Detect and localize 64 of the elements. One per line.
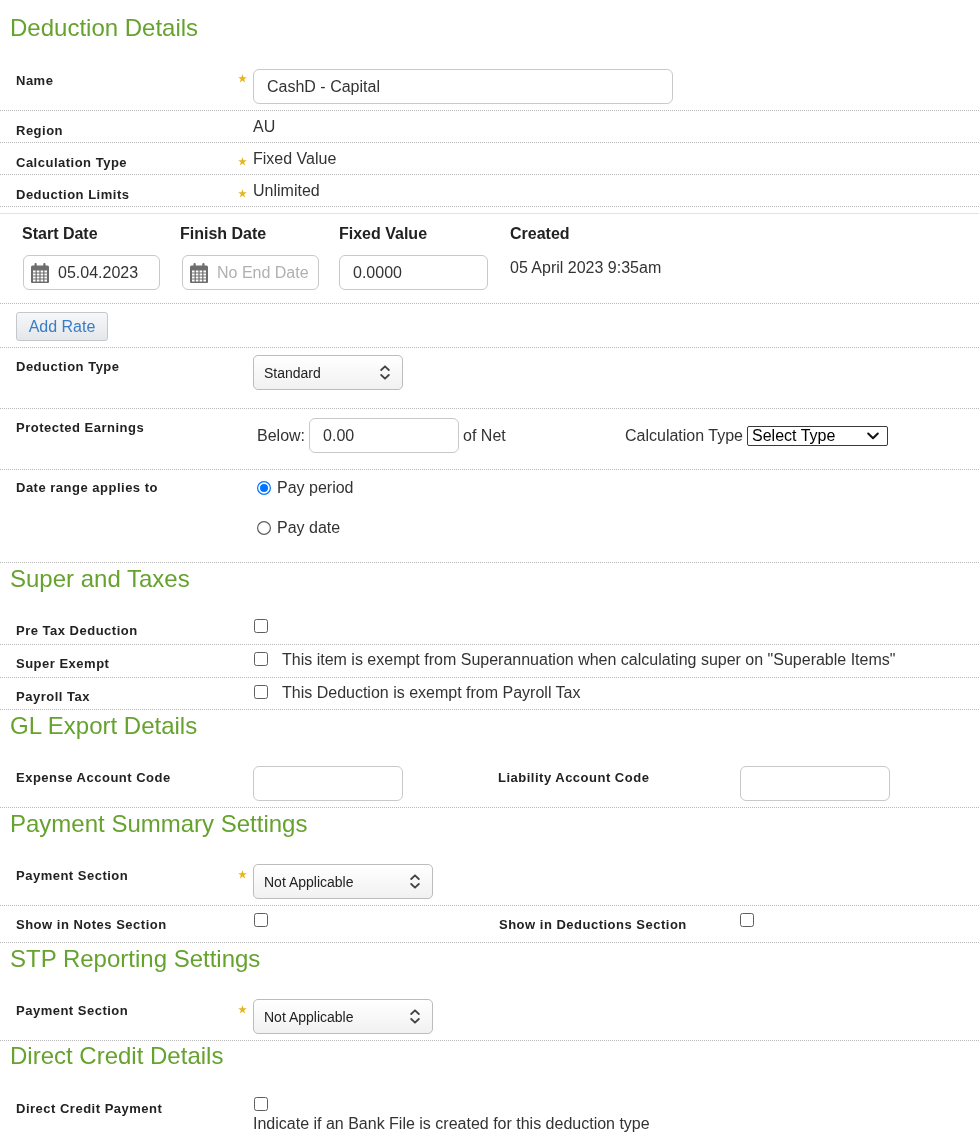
up-down-chevron-icon bbox=[410, 1009, 420, 1024]
description-text: This Deduction is exempt from Payroll Tax bbox=[282, 683, 581, 703]
section-heading: STP Reporting Settings bbox=[10, 944, 261, 974]
field-label: Name bbox=[16, 73, 54, 89]
text-field[interactable]: 0.00 bbox=[309, 418, 460, 453]
section-heading: Direct Credit Details bbox=[10, 1041, 224, 1071]
checkbox[interactable] bbox=[254, 619, 268, 633]
field-label: Payment Section bbox=[16, 1003, 129, 1019]
field-label: Deduction Type bbox=[16, 359, 120, 375]
field-label: Pre Tax Deduction bbox=[16, 623, 138, 639]
radio-button[interactable] bbox=[257, 481, 271, 495]
chevron-down-icon bbox=[867, 431, 879, 440]
up-down-chevron-icon bbox=[380, 365, 390, 380]
field-label: Calculation Type bbox=[625, 425, 743, 446]
add-rate-button[interactable]: Add Rate bbox=[16, 312, 108, 341]
field-value: Unlimited bbox=[253, 181, 320, 201]
column-header: Fixed Value bbox=[339, 225, 428, 243]
column-header: Finish Date bbox=[180, 225, 267, 243]
select-dropdown[interactable]: Not Applicable bbox=[253, 999, 433, 1034]
field-value: Fixed Value bbox=[253, 149, 337, 169]
text-field[interactable] bbox=[253, 766, 403, 801]
description-text: This item is exempt from Superannuation when calculating super on "Superable Items" bbox=[282, 650, 896, 670]
section-heading: GL Export Details bbox=[10, 711, 198, 741]
checkbox[interactable] bbox=[254, 652, 268, 666]
select-dropdown[interactable]: Select Type bbox=[747, 425, 888, 446]
field-label: Show in Deductions Section bbox=[499, 917, 687, 933]
radio-label[interactable]: Pay period bbox=[277, 478, 354, 498]
section-heading: Payment Summary Settings bbox=[10, 809, 308, 839]
field-label: Date range applies to bbox=[16, 480, 158, 496]
checkbox[interactable] bbox=[254, 913, 268, 927]
radio-label[interactable]: Pay date bbox=[277, 518, 341, 538]
section-heading: Deduction Details bbox=[10, 13, 199, 43]
radio-button[interactable] bbox=[257, 521, 271, 535]
column-header: Created bbox=[510, 225, 570, 243]
field-label: Liability Account Code bbox=[498, 770, 650, 786]
field-label: Region bbox=[16, 123, 64, 139]
checkbox[interactable] bbox=[254, 1097, 268, 1111]
field-value: AU bbox=[253, 117, 276, 137]
section-heading: Super and Taxes bbox=[10, 564, 190, 594]
suffix-text: of Net bbox=[463, 425, 506, 446]
column-header: Start Date bbox=[22, 225, 98, 243]
checkbox[interactable] bbox=[740, 913, 754, 927]
prefix-text: Below: bbox=[257, 425, 306, 446]
field-label: Calculation Type bbox=[16, 155, 128, 171]
field-label: Payment Section bbox=[16, 868, 129, 884]
text-field[interactable]: 0.0000 bbox=[339, 255, 488, 290]
field-label: Protected Earnings bbox=[16, 420, 145, 436]
field-label: Expense Account Code bbox=[16, 770, 171, 786]
calendar-icon bbox=[190, 262, 208, 283]
up-down-chevron-icon bbox=[410, 874, 420, 889]
field-label: Direct Credit Payment bbox=[16, 1101, 163, 1117]
checkbox[interactable] bbox=[254, 685, 268, 699]
date-field[interactable]: 05.04.2023 bbox=[23, 255, 160, 290]
field-label: Super Exempt bbox=[16, 656, 110, 672]
select-dropdown[interactable]: Standard bbox=[253, 355, 403, 390]
description-text: Indicate if an Bank File is created for this deduction type bbox=[253, 1114, 650, 1134]
calendar-icon bbox=[31, 262, 49, 283]
field-label: Show in Notes Section bbox=[16, 917, 167, 933]
text-field[interactable]: CashD - Capital bbox=[253, 69, 673, 104]
created-timestamp: 05 April 2023 9:35am bbox=[510, 258, 662, 278]
field-label: Payroll Tax bbox=[16, 689, 90, 705]
select-dropdown[interactable]: Not Applicable bbox=[253, 864, 433, 899]
text-field[interactable] bbox=[740, 766, 890, 801]
field-label: Deduction Limits bbox=[16, 187, 130, 203]
